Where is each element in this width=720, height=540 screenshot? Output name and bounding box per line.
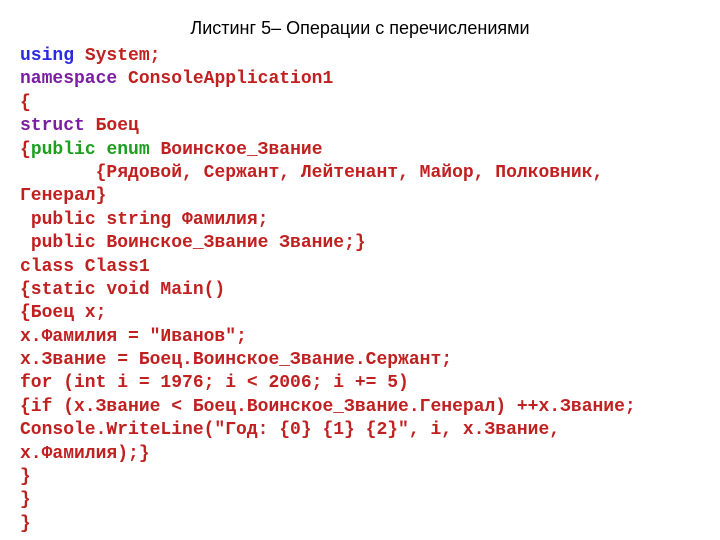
tok-assign2: x.Звание = Боец.Воинское_Звание.Сержант; <box>20 350 452 370</box>
tok-enumname: Воинское_Звание <box>160 140 322 160</box>
tok-brace: { <box>20 140 31 160</box>
kw-public: public <box>31 140 96 160</box>
tok-close1: } <box>20 467 31 487</box>
tok-for: for (int i = 1976; i < 2006; i += 5) <box>20 373 409 393</box>
tok-assign1: x.Фамилия = "Иванов"; <box>20 327 247 347</box>
tok-field2: public Воинское_Звание Звание;} <box>20 233 366 253</box>
code-block: using System; namespace ConsoleApplicati… <box>20 45 700 536</box>
tok-decl: {Боец x; <box>20 303 106 323</box>
tok-brace-open: { <box>20 93 31 113</box>
tok-enumvals: {Рядовой, Сержант, Лейтенант, Майор, Пол… <box>20 163 614 206</box>
kw-struct: struct <box>20 116 85 136</box>
kw-enum: enum <box>106 140 149 160</box>
tok-main: {static void Main() <box>20 280 225 300</box>
tok-structname: Боец <box>96 116 139 136</box>
tok-writeline: Console.WriteLine("Год: {0} {1} {2}", i,… <box>20 420 571 463</box>
tok-system: System; <box>85 46 161 66</box>
tok-field1: public string Фамилия; <box>20 210 268 230</box>
tok-close2: } <box>20 490 31 510</box>
tok-nsname: ConsoleApplication1 <box>128 69 333 89</box>
tok-class: class Class1 <box>20 257 150 277</box>
tok-close3: } <box>20 514 31 534</box>
listing-title: Листинг 5– Операции с перечислениями <box>20 18 700 39</box>
kw-using: using <box>20 46 74 66</box>
tok-if: {if (x.Звание < Боец.Воинское_Звание.Ген… <box>20 397 636 417</box>
kw-namespace: namespace <box>20 69 117 89</box>
